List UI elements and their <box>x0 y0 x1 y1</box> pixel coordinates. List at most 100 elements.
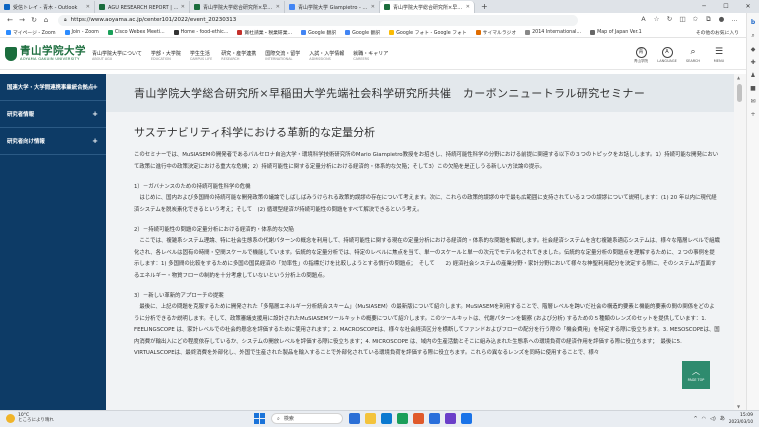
close-tab-icon[interactable]: ✕ <box>466 4 470 10</box>
bing-icon[interactable]: b <box>747 19 759 26</box>
close-tab-icon[interactable]: ✕ <box>371 4 375 10</box>
tab-title: 青山学院大学 Giampietro - 検索 <box>298 4 369 11</box>
language-button[interactable]: A LANGUAGE <box>654 47 680 64</box>
close-tab-icon[interactable]: ✕ <box>86 4 90 10</box>
bookmark-item[interactable]: Home - food-ethic... <box>173 29 228 35</box>
global-nav-item[interactable]: 入試・入学情報 ADMISSIONS <box>309 50 344 61</box>
page-scrollbar[interactable]: ▲ ▼ <box>734 74 746 410</box>
tab-favicon-icon <box>99 4 105 10</box>
url-text: https://www.aoyama.ac.jp/center101/2022/… <box>70 17 237 23</box>
browser-tab[interactable]: 青山学院大学 Giampietro - 検索 ✕ <box>285 1 380 13</box>
bookmark-item[interactable]: Map of Japan Ver.1 <box>590 29 642 35</box>
forward-icon[interactable]: → <box>16 16 28 24</box>
global-nav-item[interactable]: 学部・大学院 EDUCATION <box>151 50 181 61</box>
refresh-icon[interactable]: ↻ <box>663 15 676 24</box>
sidebar-nav: 国連大学・大学間連携事業統合拠点 + 研究者情報 + 研究者向け情報 + <box>0 74 106 410</box>
favorite-star-icon[interactable]: ☆ <box>650 15 663 24</box>
maximize-icon[interactable]: ☐ <box>715 0 737 13</box>
scroll-thumb[interactable] <box>737 84 742 102</box>
global-nav-item[interactable]: 国際交流・留学 INTERNATIONAL <box>265 50 300 61</box>
bookmark-item[interactable]: サイマルラジオ <box>475 29 516 36</box>
system-tray: ^ ◠ ◁) あ 15:09 2023/03/10 <box>693 413 753 424</box>
sidebar-item[interactable]: 研究者情報 + <box>0 101 106 128</box>
search-button[interactable]: ⌕ SEARCH <box>680 47 706 64</box>
browser-tab-strip: 受信トレイ - 青木 - Outlook ✕ AGU RESEARCH REPORT… <box>0 0 759 13</box>
office-icon[interactable]: ■ <box>747 85 759 92</box>
bookmark-item[interactable]: Cisco Webex Meeti... <box>107 29 165 35</box>
ime-indicator[interactable]: あ <box>720 415 725 422</box>
back-icon[interactable]: ← <box>4 16 16 24</box>
chevron-up-icon: ︿ <box>692 367 700 376</box>
global-nav-sublabel: ADMISSIONS <box>309 57 331 61</box>
collections-icon[interactable]: ⧉ <box>702 15 715 24</box>
other-favorites[interactable]: その他のお気に入り <box>696 29 739 36</box>
menu-button[interactable]: ☰ MENU <box>706 47 732 64</box>
sidebar-item[interactable]: 研究者向け情報 + <box>0 128 106 155</box>
outlook-icon[interactable]: ✉ <box>747 98 759 105</box>
close-tab-icon[interactable]: ✕ <box>181 4 185 10</box>
shopping-icon[interactable]: ◆ <box>747 46 759 53</box>
university-logo[interactable]: 青山学院大学 AOYAMA GAKUIN UNIVERSITY <box>5 46 86 61</box>
close-tab-icon[interactable]: ✕ <box>276 4 280 10</box>
scroll-down-icon[interactable]: ▼ <box>737 404 740 409</box>
search-sidebar-icon[interactable]: ⌕ <box>747 32 759 40</box>
browser-tab[interactable]: 青山学院大学総合研究所×早稲田 ✕ <box>380 1 475 13</box>
bookmark-item[interactable]: Google 翻訳 <box>345 29 380 36</box>
bookmark-item[interactable]: Google フォト - Google フォト <box>389 29 467 36</box>
bookmark-favicon-icon <box>525 29 531 35</box>
taskbar-app-icon[interactable] <box>461 413 472 424</box>
global-nav-label: 青山学院大学について <box>92 51 142 57</box>
global-nav-item[interactable]: 学生生活 CAMPUS LIFE <box>190 50 212 61</box>
page-top-button[interactable]: ︿ PAGE TOP <box>682 361 710 389</box>
taskbar-app-icon[interactable] <box>381 413 392 424</box>
add-sidebar-icon[interactable]: + <box>747 111 759 118</box>
hamburger-menu-icon: ☰ <box>714 47 724 57</box>
bookmarks-bar: マイページ - Zoom Join - Zoom Cisco Webex Meeti… <box>0 27 759 38</box>
taskbar-search-label: 検索 <box>283 416 294 422</box>
school-button[interactable]: 青青山学院 <box>628 47 654 64</box>
sun-icon <box>6 414 15 423</box>
minimize-icon[interactable]: ─ <box>693 0 715 13</box>
sidebar-item[interactable]: 国連大学・大学間連携事業統合拠点 + <box>0 74 106 101</box>
taskbar-app-icon[interactable] <box>349 413 360 424</box>
taskbar-search[interactable]: ⌕ 検索 <box>271 413 343 424</box>
browser-tab[interactable]: AGU RESEARCH REPORT | 青山学院✕ <box>95 1 190 13</box>
read-aloud-icon[interactable]: A <box>637 15 650 24</box>
clock[interactable]: 15:09 2023/03/10 <box>729 413 753 424</box>
bookmark-item[interactable]: 2014 International... <box>525 29 581 35</box>
browser-tab[interactable]: 青山学院大学総合研究所×早稲田 ✕ <box>190 1 285 13</box>
chevron-up-tray-icon[interactable]: ^ <box>693 416 697 422</box>
header-button-label: SEARCH <box>685 59 701 63</box>
volume-icon[interactable]: ◁) <box>710 416 716 422</box>
url-input[interactable]: 🔒︎ https://www.aoyama.ac.jp/center101/20… <box>58 14 578 26</box>
new-tab-button[interactable]: + <box>475 1 494 13</box>
search-icon: ⌕ <box>690 47 696 57</box>
scroll-up-icon[interactable]: ▲ <box>737 75 740 80</box>
bookmark-item[interactable]: Join - Zoom <box>64 29 99 35</box>
split-screen-icon[interactable]: ◫ <box>676 15 689 24</box>
taskbar-app-icon[interactable] <box>429 413 440 424</box>
bookmark-item[interactable]: マイページ - Zoom <box>6 29 56 36</box>
profile-icon[interactable]: ● <box>715 15 728 24</box>
weather-widget[interactable]: 10°C ところにより晴れ <box>6 413 54 424</box>
games-icon[interactable]: ♟ <box>747 72 759 79</box>
tools-icon[interactable]: ✚ <box>747 59 759 66</box>
browser-tab[interactable]: 受信トレイ - 青木 - Outlook ✕ <box>0 1 95 13</box>
global-nav-item[interactable]: 就職・キャリア CAREERS <box>353 50 388 61</box>
home-icon[interactable]: ⌂ <box>40 16 52 24</box>
reload-icon[interactable]: ↻ <box>28 16 40 24</box>
taskbar-app-icon[interactable] <box>397 413 408 424</box>
taskbar-app-icon[interactable] <box>413 413 424 424</box>
taskbar-app-icon[interactable] <box>445 413 456 424</box>
bookmark-item[interactable]: 賞杜請業・税業研業... <box>237 29 292 36</box>
taskbar-app-icon[interactable] <box>365 413 376 424</box>
bookmark-item[interactable]: Google 翻訳 <box>301 29 336 36</box>
close-window-icon[interactable]: ✕ <box>737 0 759 13</box>
global-nav-item[interactable]: 研究・産学連携 RESEARCH <box>221 50 256 61</box>
global-nav-item[interactable]: 青山学院大学について ABOUT AGU <box>92 50 142 61</box>
favorites-icon[interactable]: ✩ <box>689 15 702 24</box>
more-icon[interactable]: … <box>728 15 741 24</box>
windows-start-icon[interactable] <box>254 413 265 424</box>
bookmark-favicon-icon <box>389 29 395 35</box>
wifi-icon[interactable]: ◠ <box>702 416 706 422</box>
